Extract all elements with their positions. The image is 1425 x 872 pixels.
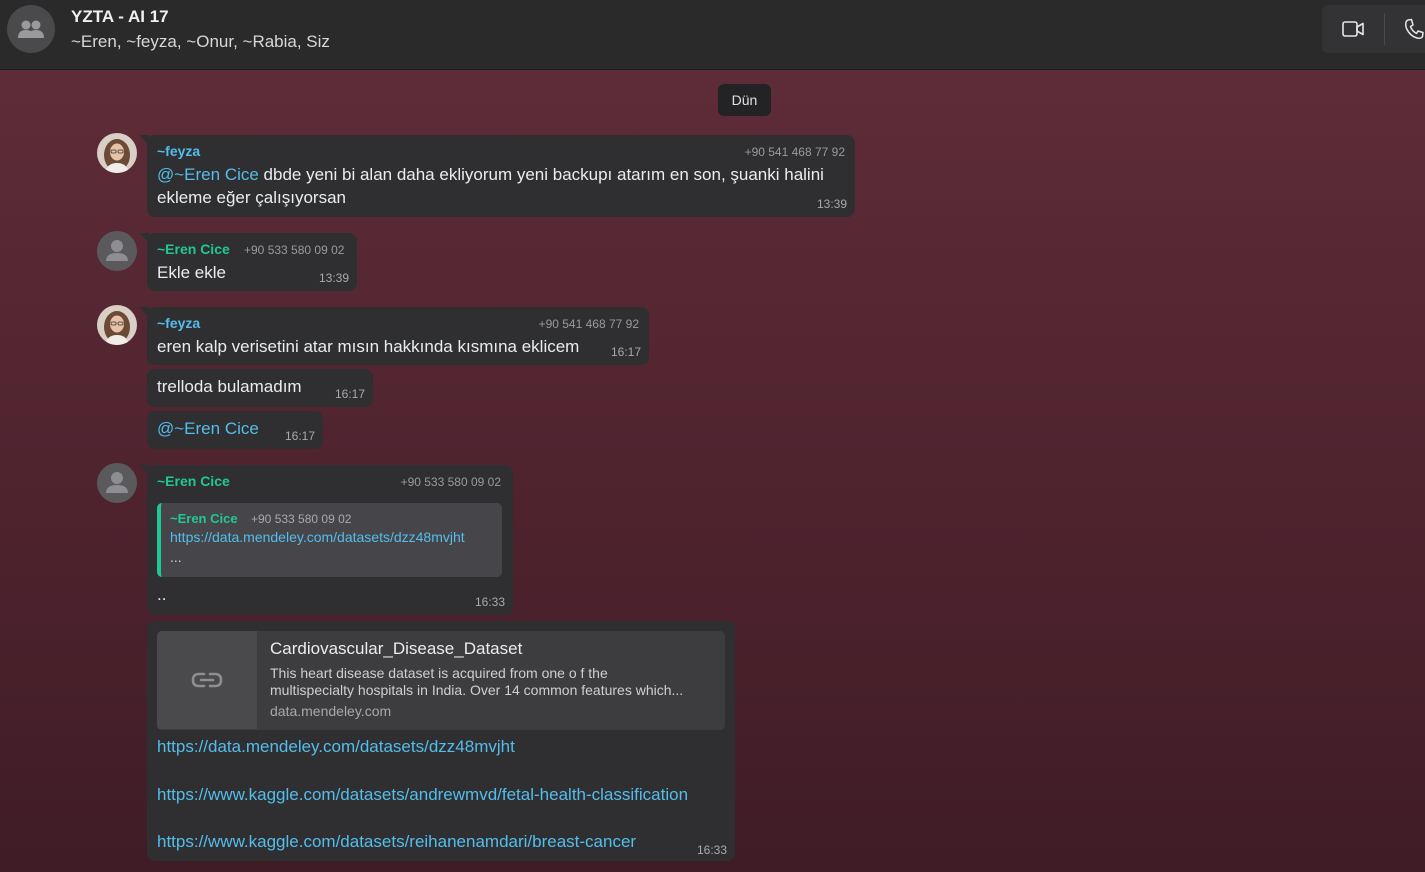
message-time: 16:33 bbox=[474, 595, 505, 609]
sender-name[interactable]: ~feyza bbox=[157, 315, 200, 331]
link-preview-thumbnail bbox=[157, 631, 257, 729]
message-text: @~Eren Cice bbox=[157, 417, 259, 440]
video-call-button[interactable] bbox=[1325, 5, 1381, 53]
message-time: 16:17 bbox=[284, 429, 315, 443]
group-avatar[interactable] bbox=[7, 5, 55, 53]
message-time: 16:17 bbox=[610, 345, 641, 359]
chat-area[interactable]: Dün ~feyza +90 541 468 77 92 @~Eren Cice… bbox=[0, 70, 1425, 872]
sender-phone: +90 533 580 09 02 bbox=[244, 243, 345, 257]
link-preview-domain: data.mendeley.com bbox=[270, 703, 392, 719]
message-text: trelloda bulamadım bbox=[157, 377, 302, 396]
link-preview-description: This heart disease dataset is acquired f… bbox=[270, 665, 720, 699]
avatar-feyza[interactable] bbox=[97, 305, 137, 345]
message-text: eren kalp verisetini atar mısın hakkında… bbox=[157, 337, 580, 356]
voice-call-button[interactable] bbox=[1386, 5, 1425, 53]
default-avatar-icon bbox=[106, 240, 128, 261]
quoted-phone: +90 533 580 09 02 bbox=[251, 512, 352, 526]
sender-phone: +90 541 468 77 92 bbox=[538, 317, 639, 331]
chat-title[interactable]: YZTA - AI 17 bbox=[71, 7, 169, 27]
message-bubble[interactable]: @~Eren Cice 16:17 bbox=[147, 411, 323, 449]
message-time: 16:17 bbox=[334, 387, 365, 401]
sender-phone: +90 533 580 09 02 bbox=[400, 475, 501, 489]
message-bubble[interactable]: ~Eren Cice +90 533 580 09 02 Ekle ekle 1… bbox=[139, 233, 357, 291]
sender-name[interactable]: ~Eren Cice bbox=[157, 473, 230, 489]
message-text: .. bbox=[157, 585, 167, 604]
quoted-message[interactable]: ~Eren Cice +90 533 580 09 02 https://dat… bbox=[157, 503, 502, 577]
quoted-ellipsis: ... bbox=[170, 549, 182, 565]
message-link[interactable]: https://data.mendeley.com/datasets/dzz48… bbox=[157, 737, 515, 757]
divider bbox=[1384, 13, 1385, 45]
message-bubble[interactable]: ~feyza +90 541 468 77 92 eren kalp veris… bbox=[139, 307, 649, 365]
date-separator: Dün bbox=[718, 84, 771, 116]
message-bubble[interactable]: ~feyza +90 541 468 77 92 @~Eren Cice dbd… bbox=[139, 135, 855, 217]
avatar-eren[interactable] bbox=[97, 231, 137, 271]
message-link[interactable]: https://www.kaggle.com/datasets/andrewmv… bbox=[157, 785, 688, 805]
quoted-sender: ~Eren Cice bbox=[170, 511, 238, 526]
chat-members[interactable]: ~Eren, ~feyza, ~Onur, ~Rabia, Siz bbox=[71, 32, 330, 52]
voice-call-icon bbox=[1405, 18, 1424, 40]
link-preview-description-line: multispecialty hospitals in India. Over … bbox=[270, 682, 684, 698]
avatar-feyza[interactable] bbox=[97, 133, 137, 173]
link-preview-card[interactable]: Cardiovascular_Disease_Dataset This hear… bbox=[157, 631, 725, 730]
message-text-line: dbde yeni bi alan daha ekliyorum yeni ba… bbox=[258, 165, 824, 184]
message-bubble[interactable]: ~Eren Cice +90 533 580 09 02 ~Eren Cice … bbox=[139, 465, 513, 615]
profile-photo-icon bbox=[97, 305, 137, 345]
message-bubble[interactable]: Cardiovascular_Disease_Dataset This hear… bbox=[147, 621, 735, 861]
link-preview-description-line: This heart disease dataset is acquired f… bbox=[270, 665, 608, 681]
call-buttons bbox=[1322, 5, 1425, 53]
message-bubble[interactable]: trelloda bulamadım 16:17 bbox=[147, 369, 373, 407]
profile-photo-icon bbox=[97, 133, 137, 173]
message-time: 16:33 bbox=[696, 843, 727, 857]
default-avatar-icon bbox=[106, 472, 128, 493]
message-text-line: ekleme eğer çalışıyorsan bbox=[157, 188, 346, 207]
sender-phone: +90 541 468 77 92 bbox=[744, 145, 845, 159]
avatar-eren[interactable] bbox=[97, 463, 137, 503]
sender-name[interactable]: ~feyza bbox=[157, 143, 200, 159]
sender-name[interactable]: ~Eren Cice bbox=[157, 241, 230, 257]
link-preview-title: Cardiovascular_Disease_Dataset bbox=[270, 639, 523, 658]
group-icon bbox=[18, 20, 44, 38]
message-link[interactable]: https://www.kaggle.com/datasets/reihanen… bbox=[157, 832, 636, 852]
chat-header: YZTA - AI 17 ~Eren, ~feyza, ~Onur, ~Rabi… bbox=[0, 0, 1425, 70]
mention-link[interactable]: @~Eren Cice bbox=[157, 419, 259, 438]
message-text: Ekle ekle bbox=[157, 263, 226, 282]
message-text: @~Eren Cice dbde yeni bi alan daha ekliy… bbox=[157, 163, 847, 209]
message-time: 13:39 bbox=[816, 197, 847, 211]
link-icon bbox=[191, 672, 223, 688]
video-call-icon bbox=[1342, 21, 1364, 37]
message-time: 13:39 bbox=[318, 271, 349, 285]
quoted-link: https://data.mendeley.com/datasets/dzz48… bbox=[170, 529, 465, 545]
mention-link[interactable]: @~Eren Cice bbox=[157, 165, 259, 184]
